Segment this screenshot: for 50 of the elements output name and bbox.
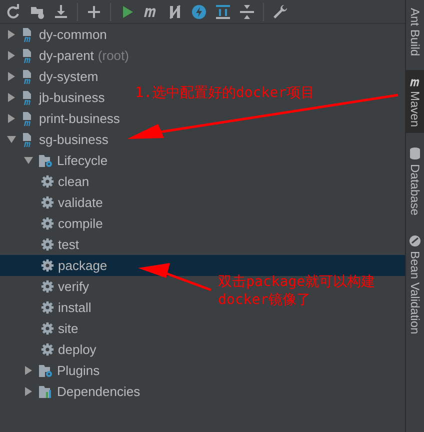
database-icon	[409, 147, 421, 160]
tree-label: dy-system	[39, 68, 98, 86]
selected-row[interactable]: package	[0, 255, 405, 276]
tree-label: jb-business	[39, 88, 105, 107]
tree-label: Lifecycle	[57, 152, 108, 170]
tree-label: validate	[58, 194, 103, 212]
tree-label: clean	[58, 172, 90, 191]
tree-label: print-business	[39, 110, 120, 128]
tree-label: test	[58, 236, 79, 254]
gear-icon	[41, 175, 54, 188]
tree-label: dy-common	[39, 26, 107, 44]
expand-arrow-icon[interactable]	[24, 387, 32, 396]
folder-chart-icon	[38, 384, 53, 398]
tree-label: site	[58, 320, 78, 338]
annotation-note: 双击package就可以构建 docker镜像了	[218, 273, 376, 309]
tree-label: install	[58, 298, 92, 317]
side-tab[interactable]: Ant Build	[406, 2, 424, 62]
tree-label: deploy	[58, 340, 96, 359]
tree-label: Dependencies	[57, 382, 140, 401]
expand-arrow-icon[interactable]	[24, 366, 32, 375]
side-tab[interactable]: Database	[406, 141, 424, 222]
gear-icon	[41, 217, 54, 230]
tree-label: Plugins	[57, 362, 100, 380]
root-note: (root)	[98, 46, 129, 65]
gear-icon	[41, 238, 54, 251]
side-tab[interactable]: Bean Validation	[406, 229, 424, 341]
expand-arrow-icon[interactable]	[6, 30, 16, 39]
gear-icon	[41, 301, 54, 314]
collapse-arrow-icon[interactable]	[6, 135, 16, 144]
gear-icon	[41, 322, 54, 335]
folder-gear-icon	[38, 364, 53, 378]
annotation-note: 1.选中配置好的docker项目	[135, 84, 314, 103]
expand-arrow-icon[interactable]	[6, 72, 16, 81]
tree-label: compile	[58, 214, 103, 233]
bean-icon	[409, 235, 421, 248]
expand-arrow-icon[interactable]	[6, 51, 16, 60]
maven-icon	[408, 76, 422, 88]
tree-label: sg-business	[39, 130, 108, 149]
gear-icon	[41, 259, 54, 272]
expand-arrow-icon[interactable]	[6, 93, 16, 102]
gear-icon	[41, 343, 54, 356]
side-tab[interactable]: Maven	[406, 70, 424, 134]
tree-label: verify	[58, 278, 90, 296]
tree-label: package	[58, 256, 108, 275]
tree-label: dy-parent	[39, 46, 94, 65]
expand-arrow-icon[interactable]	[6, 114, 16, 123]
folder-gear-icon	[38, 154, 53, 168]
collapse-arrow-icon[interactable]	[24, 156, 32, 165]
gear-icon	[41, 196, 54, 209]
gear-icon	[41, 280, 54, 293]
